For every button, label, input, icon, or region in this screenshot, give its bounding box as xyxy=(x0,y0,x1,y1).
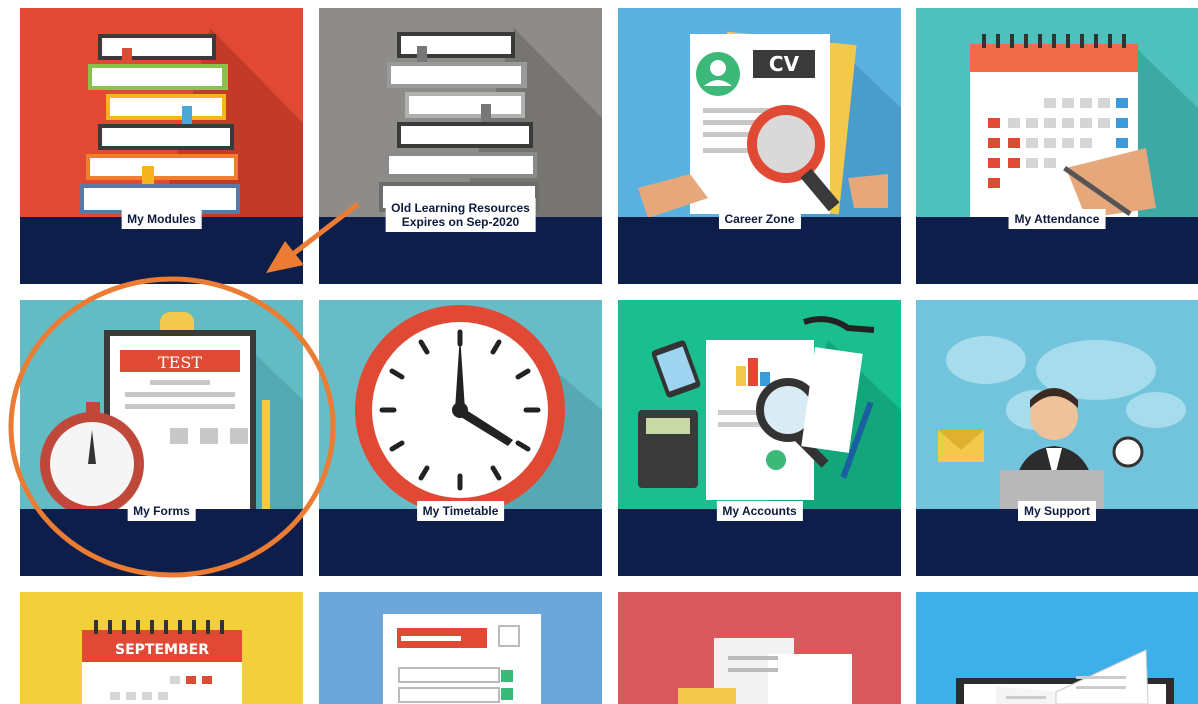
documents-folder-icon xyxy=(678,638,852,704)
tile-calendar[interactable]: SEPTEMBER xyxy=(20,592,303,704)
tile-label: My Support xyxy=(1018,501,1096,521)
tile-my-attendance[interactable]: My Attendance xyxy=(916,8,1198,284)
tile-checklist[interactable] xyxy=(319,592,602,704)
svg-text:TEST: TEST xyxy=(158,353,202,372)
tile-my-accounts[interactable]: My Accounts xyxy=(618,300,901,576)
tile-label-line2: Expires on Sep-2020 xyxy=(401,215,520,229)
open-book-icon xyxy=(956,649,1174,704)
checklist-form-icon xyxy=(383,614,541,704)
tile-label-line1: Old Learning Resources xyxy=(391,201,530,215)
tile-my-forms[interactable]: TEST My Forms xyxy=(20,300,303,576)
svg-text:CV: CV xyxy=(769,52,800,76)
tile-old-learning-resources[interactable]: Old Learning Resources Expires on Sep-20… xyxy=(319,8,602,284)
tile-label: My Timetable xyxy=(416,501,505,521)
tile-label: My Attendance xyxy=(1008,209,1106,229)
tile-my-modules[interactable]: My Modules xyxy=(20,8,303,284)
tile-career-zone[interactable]: CV Career Zone xyxy=(618,8,901,284)
tile-label: My Modules xyxy=(121,209,202,229)
tile-my-timetable[interactable]: My Timetable xyxy=(319,300,602,576)
tile-book[interactable] xyxy=(916,592,1198,704)
tile-label: Career Zone xyxy=(718,209,801,229)
calendar-month-text: SEPTEMBER xyxy=(115,642,209,658)
tile-label: My Forms xyxy=(127,501,196,521)
calendar-september-icon: SEPTEMBER xyxy=(82,620,242,704)
tile-documents[interactable] xyxy=(618,592,901,704)
tile-label: Old Learning Resources Expires on Sep-20… xyxy=(385,198,536,232)
tile-label: My Accounts xyxy=(716,501,803,521)
tile-my-support[interactable]: My Support xyxy=(916,300,1198,576)
